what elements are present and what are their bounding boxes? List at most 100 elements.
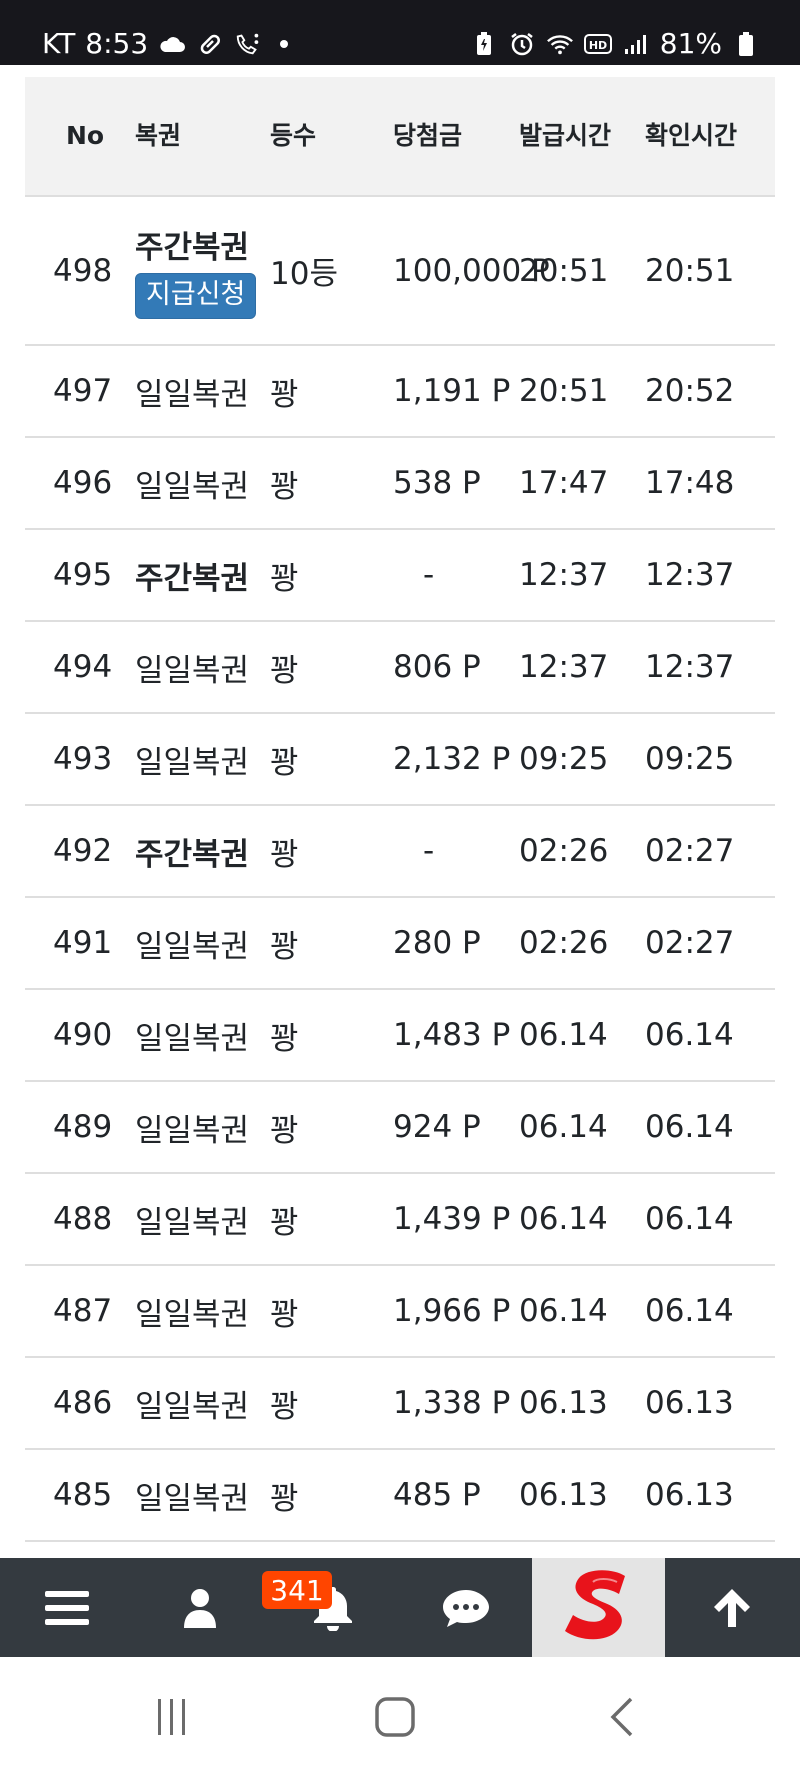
scroll-top-button[interactable]	[665, 1558, 798, 1657]
cell-rank: 꽝	[270, 468, 299, 505]
cell-check-time: 12:37	[645, 557, 735, 593]
cell-check-time: 06.14	[645, 1201, 734, 1237]
cell-issue-time: 02:26	[519, 833, 609, 869]
battery-saver-icon	[470, 30, 498, 58]
battery-percent: 81%	[659, 27, 722, 60]
chat-icon	[442, 1589, 489, 1627]
cell-type: 주간복권	[135, 560, 250, 597]
cell-prize: 1,439 P	[393, 1201, 511, 1237]
cell-type: 주간복권 지급신청	[135, 196, 270, 345]
site-logo-button[interactable]	[532, 1558, 665, 1657]
cell-prize: 806 P	[393, 649, 481, 685]
cell-no: 497	[53, 373, 113, 409]
cell-check-time: 20:51	[645, 252, 735, 289]
header-type: 복권	[135, 121, 182, 150]
table-row: 487 일일복권 꽝 1,966 P 06.14 06.14	[25, 1265, 775, 1357]
cell-check-time: 02:27	[645, 833, 735, 869]
cell-check-time: 02:27	[645, 925, 735, 961]
battery-icon	[732, 30, 760, 58]
cell-check-time: 09:25	[645, 741, 735, 777]
alarm-icon	[508, 30, 536, 58]
cell-check-time: 06.14	[645, 1017, 734, 1053]
cell-prize: 1,338 P	[393, 1385, 511, 1421]
clock: 8:53	[85, 27, 149, 60]
back-button[interactable]	[592, 1687, 652, 1747]
header-issue-time: 발급시간	[519, 121, 612, 150]
arrow-up-icon	[713, 1588, 750, 1627]
header-check-time: 확인시간	[645, 121, 738, 150]
cell-check-time: 20:52	[645, 373, 735, 409]
cell-no: 496	[53, 465, 113, 501]
cell-type: 주간복권	[135, 836, 250, 873]
cell-no: 494	[53, 649, 113, 685]
cell-no: 495	[53, 557, 113, 593]
recent-apps-icon	[158, 1699, 185, 1735]
cell-type: 일일복권	[135, 468, 250, 505]
cell-type: 일일복권	[135, 1204, 250, 1241]
cell-issue-time: 02:26	[519, 925, 609, 961]
cell-no: 493	[53, 741, 113, 777]
lottery-type: 주간복권	[135, 230, 250, 266]
cloud-icon	[158, 30, 186, 58]
cell-issue-time: 06.14	[519, 1109, 608, 1145]
recent-apps-button[interactable]	[142, 1687, 202, 1747]
cell-no: 486	[53, 1385, 113, 1421]
cell-rank: 꽝	[270, 376, 299, 413]
cell-prize: 1,191 P	[393, 373, 511, 409]
cell-prize: 2,132 P	[393, 741, 511, 777]
table-header: No 복권 등수 당첨금 발급시간 확인시간	[25, 77, 775, 196]
pill-icon	[196, 30, 224, 58]
status-left: KT 8:53	[42, 27, 289, 60]
cell-rank: 꽝	[270, 928, 299, 965]
table-row: 485 일일복권 꽝 485 P 06.13 06.13	[25, 1449, 775, 1541]
cell-type: 일일복권	[135, 1296, 250, 1333]
cell-issue-time: 06.13	[519, 1385, 608, 1421]
cell-prize: 280 P	[393, 925, 481, 961]
table-row: 495 주간복권 꽝 - 12:37 12:37	[25, 529, 775, 621]
cell-issue-time: 12:37	[519, 557, 609, 593]
header-rank: 등수	[270, 121, 317, 150]
cell-check-time: 06.14	[645, 1293, 734, 1329]
cell-rank: 꽝	[270, 744, 299, 781]
cell-no: 490	[53, 1017, 113, 1053]
site-logo	[564, 1569, 625, 1639]
cell-rank: 꽝	[270, 1020, 299, 1057]
cell-no: 488	[53, 1201, 113, 1237]
menu-button[interactable]	[0, 1558, 133, 1657]
cell-type: 일일복권	[135, 1388, 250, 1425]
whowho-call-icon	[234, 30, 262, 58]
table-row: 494 일일복권 꽝 806 P 12:37 12:37	[25, 621, 775, 713]
cell-prize: 485 P	[393, 1477, 481, 1513]
claim-payout-button[interactable]: 지급신청	[135, 273, 257, 319]
table-body: 498 주간복권 지급신청 10등 100,000 P 20:51 20:51 …	[25, 196, 775, 1541]
cell-type: 일일복권	[135, 928, 250, 965]
cell-prize: 924 P	[393, 1109, 481, 1145]
table-row: 492 주간복권 꽝 - 02:26 02:27	[25, 805, 775, 897]
cell-rank: 꽝	[270, 560, 299, 597]
status-bar: KT 8:53 HD 81%	[0, 0, 800, 65]
cell-prize: -	[423, 557, 435, 593]
cell-type: 일일복권	[135, 744, 250, 781]
cell-type: 일일복권	[135, 652, 250, 689]
cell-issue-time: 06.13	[519, 1477, 608, 1513]
cell-prize: 538 P	[393, 465, 481, 501]
user-button[interactable]	[133, 1558, 266, 1657]
table-row: 488 일일복권 꽝 1,439 P 06.14 06.14	[25, 1173, 775, 1265]
carrier-label: KT	[42, 27, 76, 60]
cell-check-time: 12:37	[645, 649, 735, 685]
table-header-row: No 복권 등수 당첨금 발급시간 확인시간	[25, 77, 775, 196]
cell-rank: 꽝	[270, 1204, 299, 1241]
home-button[interactable]	[365, 1687, 425, 1747]
cell-no: 492	[53, 833, 113, 869]
cell-prize: -	[423, 833, 435, 869]
cell-type: 일일복권	[135, 1112, 250, 1149]
signal-icon	[622, 30, 650, 58]
wifi-icon	[546, 30, 574, 58]
cell-check-time: 06.14	[645, 1109, 734, 1145]
cell-issue-time: 06.14	[519, 1293, 608, 1329]
table-row: 497 일일복권 꽝 1,191 P 20:51 20:52	[25, 345, 775, 437]
table-row: 496 일일복권 꽝 538 P 17:47 17:48	[25, 437, 775, 529]
cell-check-time: 17:48	[645, 465, 735, 501]
cell-no: 487	[53, 1293, 113, 1329]
chat-button[interactable]	[399, 1558, 532, 1657]
